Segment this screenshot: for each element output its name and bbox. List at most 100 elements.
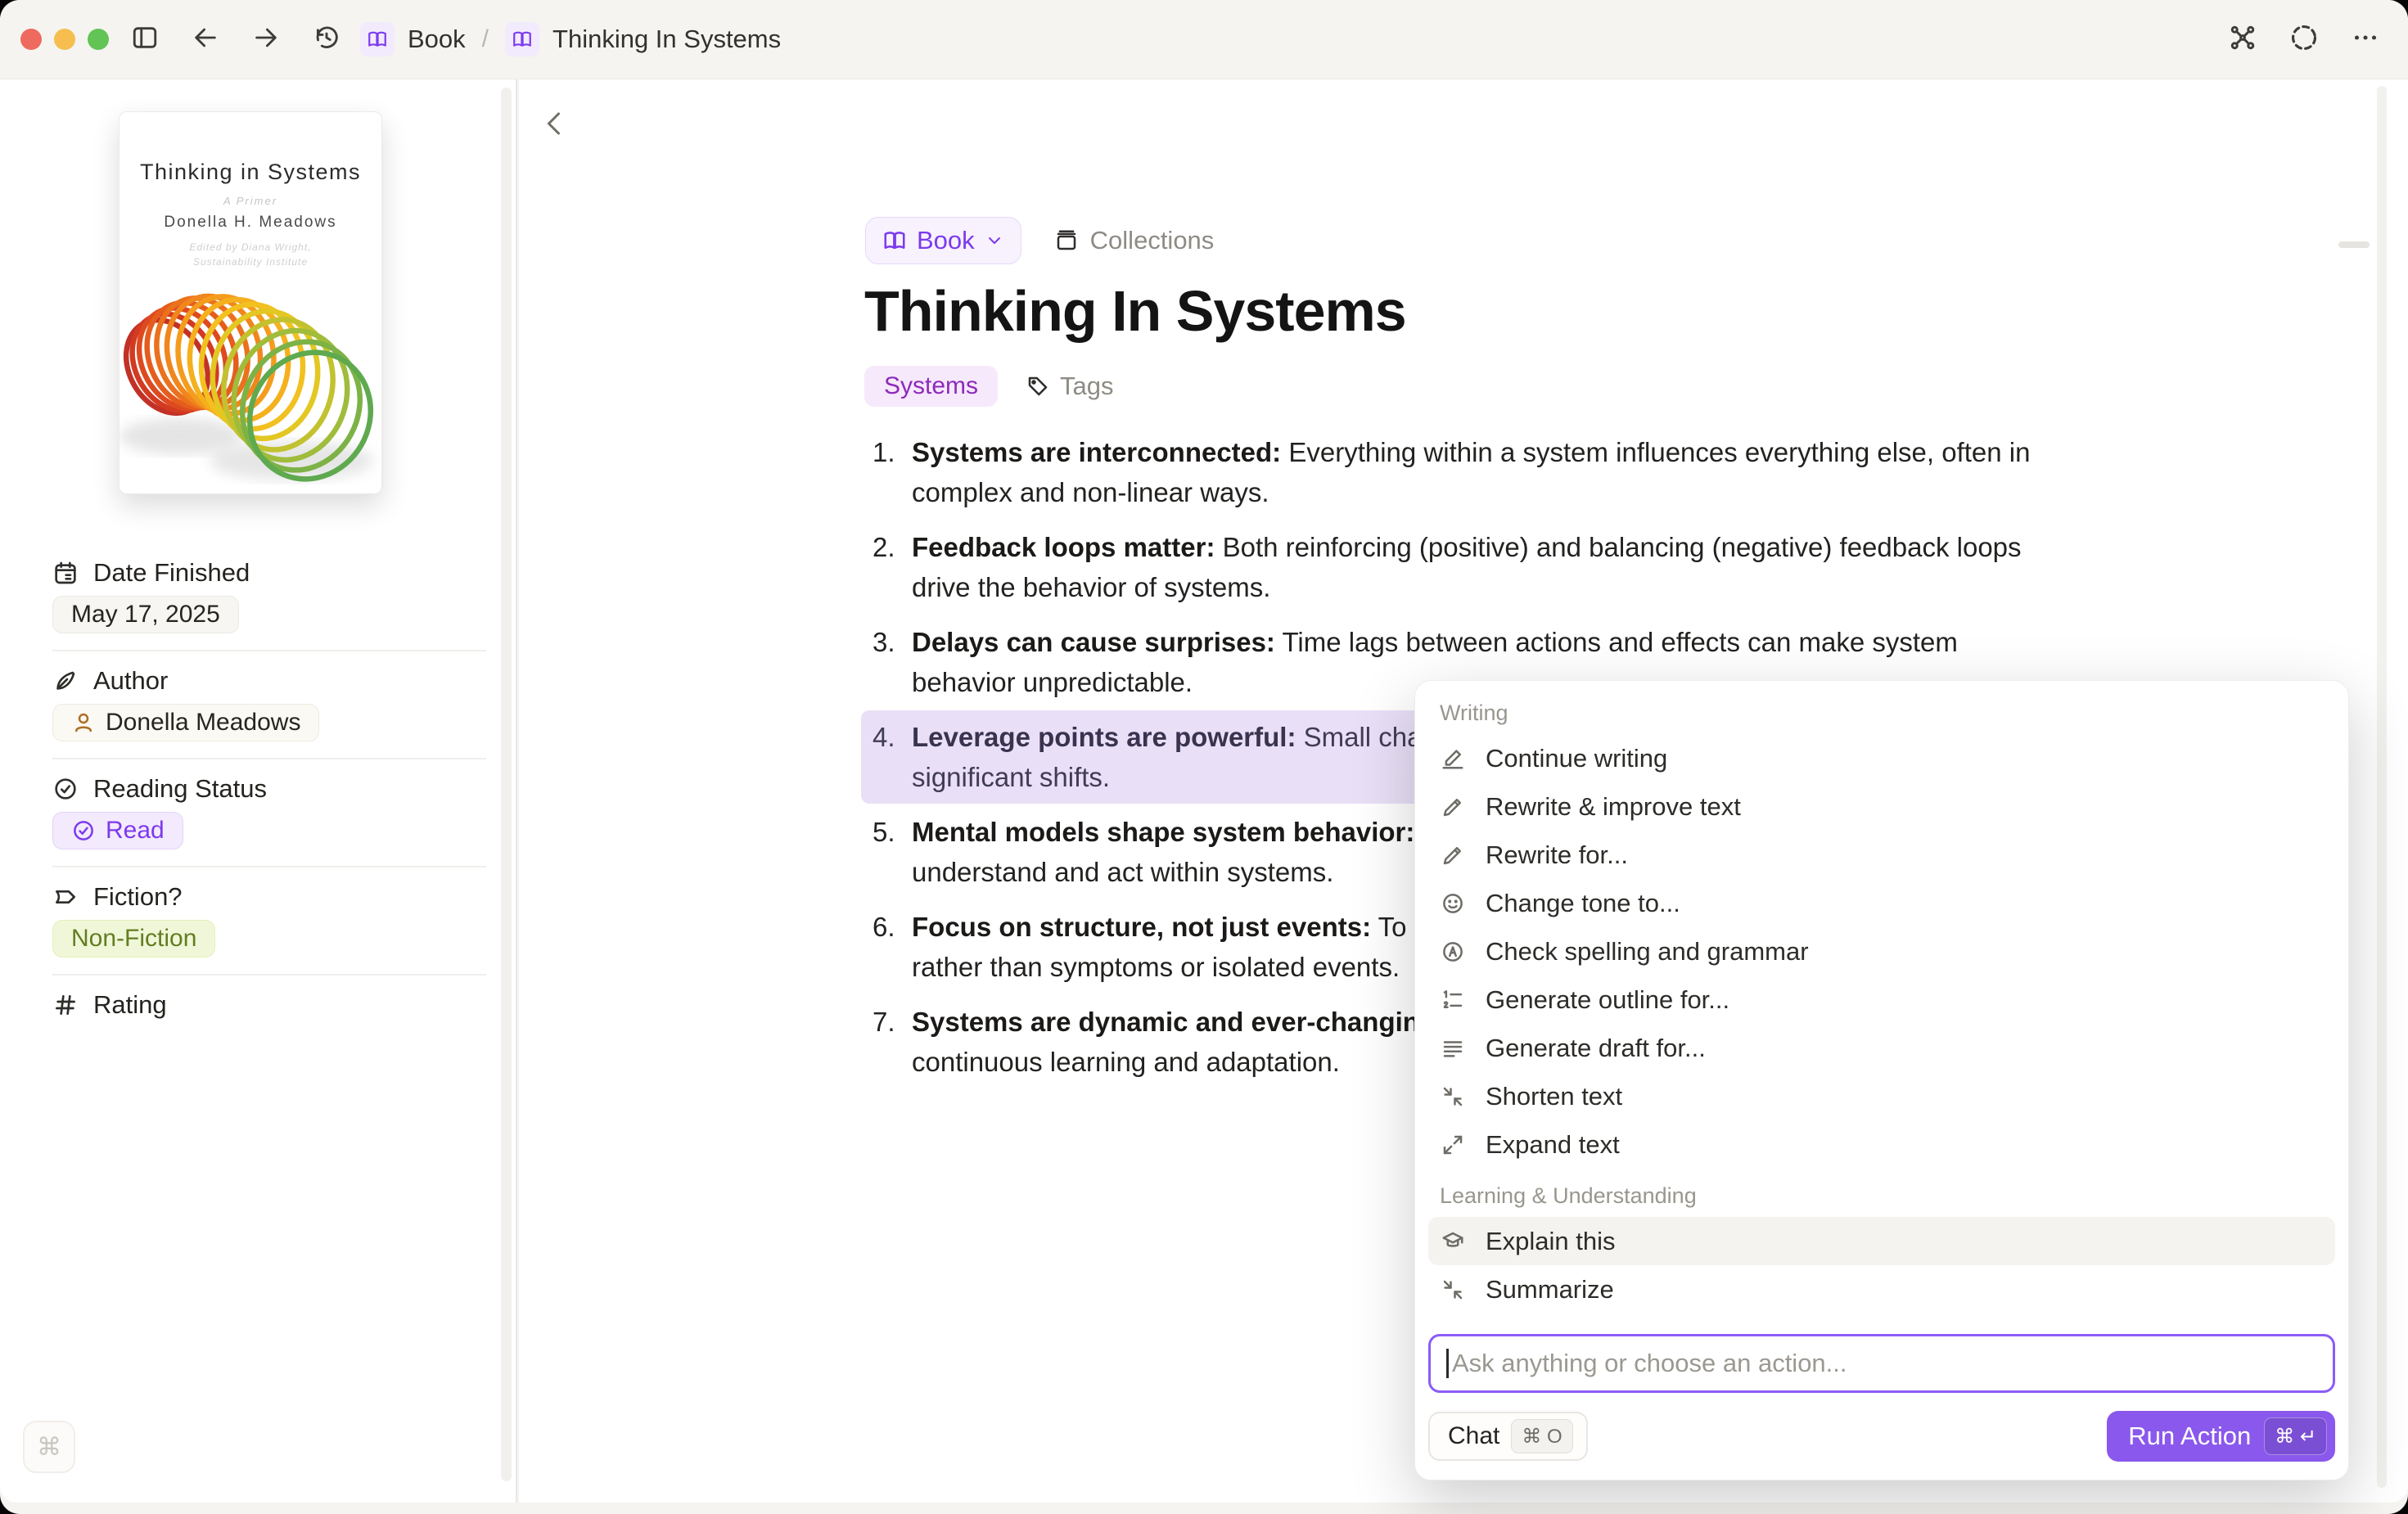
check-circle-icon [52,776,79,802]
date-finished-value[interactable]: May 17, 2025 [52,596,239,633]
pencil-icon [1440,843,1466,867]
menu-item-continue-writing[interactable]: Continue writing [1428,734,2335,782]
page-title[interactable]: Thinking In Systems [864,278,1406,344]
tag-systems[interactable]: Systems [864,366,998,407]
field-reading-status: Reading Status [52,774,486,804]
calendar-icon [52,560,79,586]
list-item[interactable]: 2.Feedback loops matter: Both reinforcin… [861,520,2074,614]
chevron-left-icon[interactable] [540,109,570,142]
menu-item-shorten-text[interactable]: Shorten text [1428,1072,2335,1120]
collections-button[interactable]: Collections [1054,226,1215,255]
popup-footer: Chat ⌘ O Run Action ⌘ ↵ [1428,1411,2335,1462]
list-text: Systems are interconnected: Everything w… [912,432,2063,512]
popup-section-writing: Writing [1440,701,2335,726]
breadcrumb-separator: / [479,25,492,53]
run-action-button[interactable]: Run Action ⌘ ↵ [2107,1411,2335,1462]
cover-author: Donella H. Meadows [119,214,381,232]
label-tag-icon [52,884,79,910]
field-date-finished: Date Finished [52,558,486,588]
field-author: Author [52,666,486,696]
outline-indicator[interactable] [2338,241,2370,248]
zoom-window-button[interactable] [88,29,109,50]
menu-item-explain-this[interactable]: Explain this [1428,1217,2335,1265]
menu-item-generate-outline[interactable]: Generate outline for... [1428,976,2335,1024]
pencil-icon [1440,795,1466,819]
command-shortcut-button[interactable]: ⌘ [23,1421,75,1473]
menu-item-expand-text[interactable]: Expand text [1428,1120,2335,1169]
command-icon: ⌘ [37,1433,61,1462]
menu-item-rewrite-improve[interactable]: Rewrite & improve text [1428,782,2335,831]
chat-button[interactable]: Chat ⌘ O [1428,1412,1588,1461]
minimize-window-button[interactable] [54,29,75,50]
ai-input-wrap [1428,1334,2335,1393]
menu-item-label: Rewrite for... [1486,840,1628,870]
list-number: 2. [873,527,912,607]
divider [52,866,486,867]
tag-icon [1026,374,1050,399]
field-rating: Rating [52,990,486,1020]
graduation-cap-icon [1440,1229,1466,1254]
main-scrollbar[interactable] [2377,86,2387,1488]
book-icon [505,22,539,56]
chat-shortcut-badge: ⌘ O [1511,1419,1572,1453]
text-caret [1446,1349,1449,1378]
book-icon [882,228,907,253]
run-action-shortcut-badge: ⌘ ↵ [2264,1417,2327,1455]
hash-icon [52,992,79,1018]
tags-label: Tags [1060,372,1113,401]
share-nodes-icon[interactable] [2228,23,2257,56]
field-label: Fiction? [93,882,183,912]
author-value[interactable]: Donella Meadows [52,704,319,741]
selection-circle-icon[interactable] [2289,22,2320,57]
breadcrumb-current[interactable]: Thinking In Systems [552,25,781,54]
document-type-pill[interactable]: Book [865,217,1021,264]
divider [52,758,486,759]
list-number: 7. [873,1002,912,1082]
more-options-icon[interactable] [2351,23,2380,56]
cover-subtitle: A Primer [119,195,381,207]
toggle-sidebar-icon[interactable] [131,24,159,56]
field-label: Author [93,666,168,696]
menu-item-change-tone[interactable]: Change tone to... [1428,879,2335,927]
list-number: 1. [873,432,912,512]
list-item[interactable]: 1.Systems are interconnected: Everything… [861,426,2074,519]
ai-prompt-input[interactable] [1428,1334,2335,1393]
field-label: Date Finished [93,558,250,588]
menu-item-summarize[interactable]: Summarize [1428,1265,2335,1313]
tags-button[interactable]: Tags [1026,372,1113,401]
cover-institute: Sustainability Institute [119,256,381,268]
type-pill-label: Book [917,226,975,255]
history-icon[interactable] [313,24,340,56]
breadcrumb: Book / Thinking In Systems [360,0,781,79]
traffic-lights [20,29,109,50]
chat-button-label: Chat [1448,1422,1499,1450]
menu-item-generate-draft[interactable]: Generate draft for... [1428,1024,2335,1072]
smiley-icon [1440,891,1466,916]
menu-item-label: Change tone to... [1486,889,1680,918]
menu-item-check-spelling[interactable]: Check spelling and grammar [1428,927,2335,976]
breadcrumb-parent[interactable]: Book [408,25,466,54]
ordered-list-icon [1440,988,1466,1012]
sidebar-scrollbar[interactable] [501,88,512,1481]
book-cover[interactable]: Thinking in Systems A Primer Donella H. … [119,111,382,494]
divider [52,974,486,976]
person-icon [71,710,96,735]
fiction-value[interactable]: Non-Fiction [52,920,215,958]
divider [52,650,486,651]
menu-item-label: Explain this [1486,1227,1616,1256]
forward-arrow-icon[interactable] [252,24,280,56]
close-window-button[interactable] [20,29,42,50]
pen-line-icon [1440,746,1466,771]
sidebar: Thinking in Systems A Primer Donella H. … [0,79,517,1503]
run-action-label: Run Action [2128,1422,2251,1451]
slinky-illustration [119,277,382,493]
menu-item-rewrite-for[interactable]: Rewrite for... [1428,831,2335,879]
book-icon [360,22,395,56]
menu-item-label: Rewrite & improve text [1486,792,1741,822]
menu-item-label: Shorten text [1486,1082,1622,1111]
text-lines-icon [1440,1036,1466,1061]
app-window: Book / Thinking In Systems Thinking in S… [0,0,2408,1514]
back-arrow-icon[interactable] [192,24,219,56]
reading-status-value[interactable]: Read [52,812,183,849]
archive-box-icon [1054,228,1079,253]
